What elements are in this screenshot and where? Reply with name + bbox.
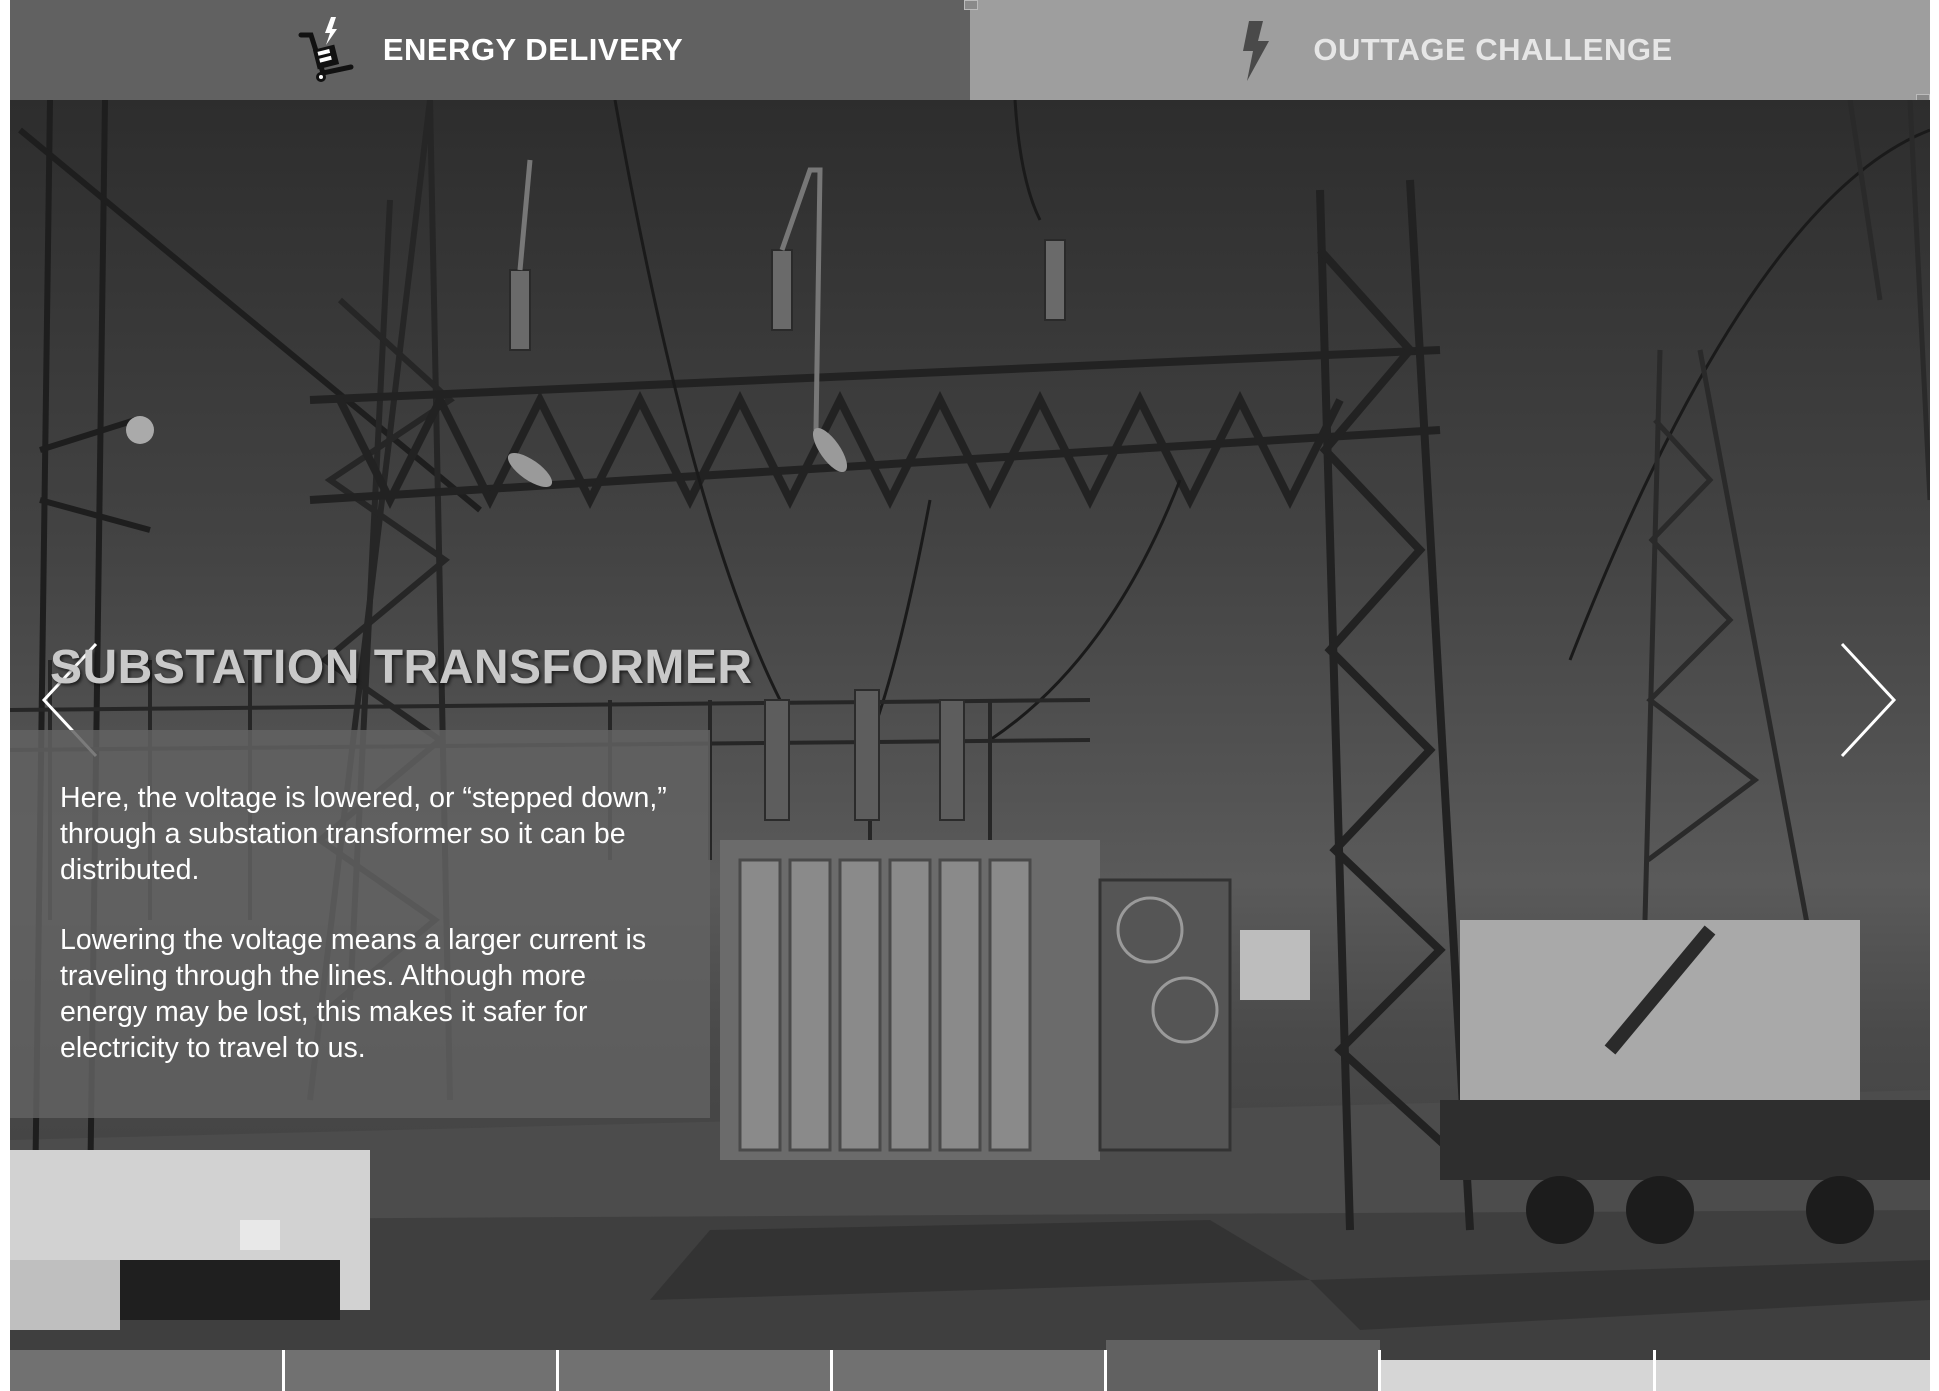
progress-step-2[interactable]	[284, 1350, 558, 1391]
progress-divider	[1378, 1350, 1381, 1391]
progress-step-4[interactable]	[832, 1350, 1106, 1391]
slide-description: Here, the voltage is lowered, or “steppe…	[60, 780, 680, 1100]
tab-bar: ENERGY DELIVERY OUTTAGE CHALLENGE	[10, 0, 1930, 100]
description-paragraph: Here, the voltage is lowered, or “steppe…	[60, 782, 667, 886]
progress-step-3[interactable]	[558, 1350, 832, 1391]
progress-divider	[282, 1350, 285, 1391]
progress-divider	[1653, 1350, 1656, 1391]
progress-step-5-current[interactable]	[1106, 1340, 1380, 1391]
tab-energy-delivery-label: ENERGY DELIVERY	[382, 32, 684, 67]
progress-step-6[interactable]	[1380, 1360, 1655, 1391]
marker	[964, 0, 978, 10]
progress-step-7[interactable]	[1655, 1360, 1930, 1391]
hand-truck-lightning-icon	[297, 15, 357, 85]
progress-step-1[interactable]	[10, 1350, 284, 1391]
tab-energy-delivery[interactable]: ENERGY DELIVERY	[10, 0, 970, 100]
next-slide-button[interactable]	[1830, 640, 1900, 760]
tab-outtage-challenge-label: OUTTAGE CHALLENGE	[1313, 32, 1673, 67]
lightning-bolt-icon	[1227, 15, 1287, 85]
progress-divider	[1104, 1350, 1107, 1391]
tab-outtage-challenge[interactable]: OUTTAGE CHALLENGE	[970, 0, 1930, 100]
progress-divider	[830, 1350, 833, 1391]
chevron-right-icon	[1840, 642, 1897, 758]
description-paragraph: Lowering the voltage means a larger curr…	[60, 924, 647, 1064]
slide-title: SUBSTATION TRANSFORMER	[50, 641, 753, 694]
energy-delivery-app: ENERGY DELIVERY OUTTAGE CHALLENGE SUBSTA…	[10, 0, 1930, 1391]
progress-divider	[556, 1350, 559, 1391]
